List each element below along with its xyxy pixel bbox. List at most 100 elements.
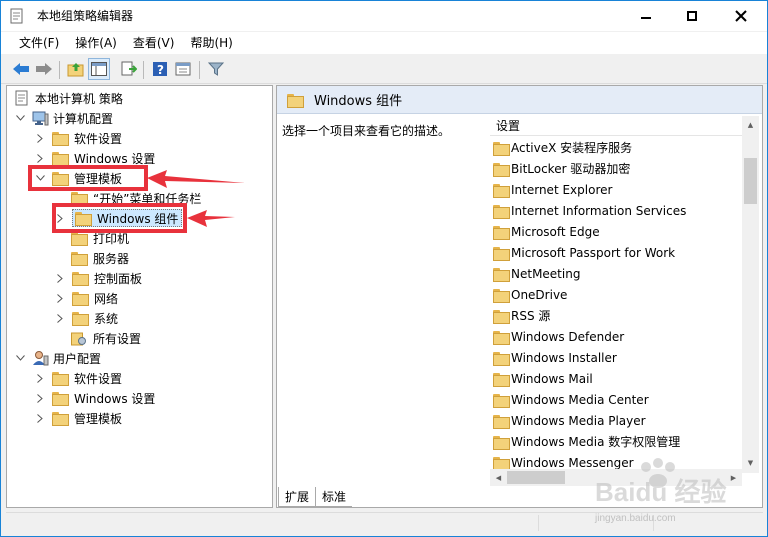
chevron-right-icon[interactable] [55,293,65,303]
tree-item-user-software-settings[interactable]: 软件设置 [35,368,122,388]
list-item[interactable]: Microsoft Passport for Work [493,242,675,263]
list-item[interactable]: RSS 源 [493,305,550,326]
title-bar[interactable]: 本地组策略编辑器 [1,1,767,31]
list-item[interactable]: BitLocker 驱动器加密 [493,158,630,179]
menu-help[interactable]: 帮助(H) [182,32,240,54]
tree-item-software-settings[interactable]: 软件设置 [35,128,122,148]
folder-icon [493,246,510,261]
tree-item-user-admin-templates[interactable]: 管理模板 [35,408,122,428]
chevron-down-icon[interactable] [15,113,25,123]
minimize-button[interactable] [623,1,669,31]
up-folder-button[interactable] [65,58,87,80]
list-item[interactable]: Windows Media 数字权限管理 [493,431,680,452]
folder-icon [493,288,510,303]
tree-item-system[interactable]: 系统 [55,308,118,328]
chevron-down-icon[interactable] [15,353,25,363]
tree-root[interactable]: 本地计算机 策略 [15,88,123,108]
tree-item-network[interactable]: 网络 [55,288,118,308]
menu-action[interactable]: 操作(A) [67,32,125,54]
menu-file[interactable]: 文件(F) [11,32,67,54]
list-item[interactable]: Windows Media Center [493,389,649,410]
list-item[interactable]: Windows Media Player [493,410,646,431]
tree-item-control-panel[interactable]: 控制面板 [55,268,142,288]
policy-editor-icon [10,8,23,24]
folder-icon [493,225,510,240]
folder-icon [71,232,88,246]
tree-label: 服务器 [93,251,130,266]
list-item[interactable]: OneDrive [493,284,567,305]
folder-icon [493,393,510,408]
toolbar-separator [59,61,60,79]
description-text: 选择一个项目来查看它的描述。 [282,124,451,138]
chevron-right-icon[interactable] [35,133,45,143]
watermark-brand: Baidu 经验 [595,477,726,507]
tree-item-computer-config[interactable]: 计算机配置 [15,108,113,128]
chevron-right-icon[interactable] [35,413,45,423]
filter-button[interactable] [205,58,227,80]
list-item[interactable]: Internet Explorer [493,179,612,200]
computer-icon [32,111,49,126]
tree-label: 所有设置 [93,331,142,346]
svg-text:?: ? [157,63,164,77]
properties-button[interactable] [172,58,194,80]
export-button[interactable] [118,58,140,80]
window-title: 本地组策略编辑器 [37,9,134,23]
folder-icon [493,162,510,177]
scroll-thumb[interactable] [744,158,757,204]
scroll-thumb[interactable] [507,471,565,484]
list-item[interactable]: ActiveX 安装程序服务 [493,137,632,158]
forward-button[interactable] [33,58,55,80]
chevron-right-icon[interactable] [55,313,65,323]
folder-icon [287,93,304,108]
list-item[interactable]: NetMeeting [493,263,580,284]
all-settings-icon [71,332,86,345]
toolbar: ? [1,54,767,84]
list-item[interactable]: Windows Mail [493,368,593,389]
folder-icon [493,435,510,450]
details-pane[interactable]: Windows 组件 选择一个项目来查看它的描述。 设置 ActiveX 安装程… [276,85,763,508]
folder-icon [72,292,89,306]
folder-icon [52,412,69,426]
back-button[interactable] [10,58,32,80]
tree-item-user-config[interactable]: 用户配置 [15,348,101,368]
list-item[interactable]: Windows Installer [493,347,617,368]
tree-label: 软件设置 [74,131,123,146]
tree-item-all-settings[interactable]: 所有设置 [71,328,141,348]
menu-view[interactable]: 查看(V) [125,32,183,54]
properties-icon [175,62,191,76]
show-hide-tree-button[interactable] [88,58,110,80]
folder-icon [52,372,69,386]
main-window: 本地组策略编辑器 文件(F) 操作(A) 查看(V) 帮助(H) ? 本地计算机… [0,0,768,537]
help-button[interactable]: ? [149,58,171,80]
list-item[interactable]: Internet Information Services [493,200,686,221]
vertical-scrollbar[interactable]: ▲ ▼ [742,116,759,473]
export-icon [121,61,137,76]
policy-document-icon [15,90,28,106]
maximize-button[interactable] [669,1,715,31]
tree-item-server[interactable]: 服务器 [71,248,129,268]
chevron-right-icon[interactable] [35,393,45,403]
chevron-right-icon[interactable] [35,153,45,163]
list-item[interactable]: Windows Defender [493,326,624,347]
chevron-right-icon[interactable] [55,273,65,283]
scroll-left-icon[interactable]: ◀ [490,469,507,486]
tree-pane[interactable]: 本地计算机 策略 计算机配置 软件设置 Windows 设置 管理模板 “开始”… [6,85,273,508]
close-button[interactable] [715,1,767,31]
chevron-right-icon[interactable] [35,373,45,383]
settings-list[interactable]: 设置 ActiveX 安装程序服务 BitLocker 驱动器加密 Intern… [490,116,762,491]
tree-label: Windows 设置 [74,391,156,406]
tab-extended[interactable]: 扩展 [278,487,317,507]
back-icon [13,63,29,75]
list-item[interactable]: Microsoft Edge [493,221,600,242]
column-header-setting[interactable]: 设置 [490,116,742,136]
tree-item-user-windows-settings[interactable]: Windows 设置 [35,388,155,408]
folder-icon [493,309,510,324]
folder-icon [71,252,88,266]
scroll-up-icon[interactable]: ▲ [742,116,759,133]
tree-label: 软件设置 [74,371,123,386]
tree-label: 用户配置 [53,351,102,366]
tab-standard[interactable]: 标准 [316,487,353,507]
watermark-url: jingyan.baidu.com [595,513,676,524]
baidu-logo-icon: Baidu 经验 [595,458,726,507]
toolbar-separator [199,61,200,79]
